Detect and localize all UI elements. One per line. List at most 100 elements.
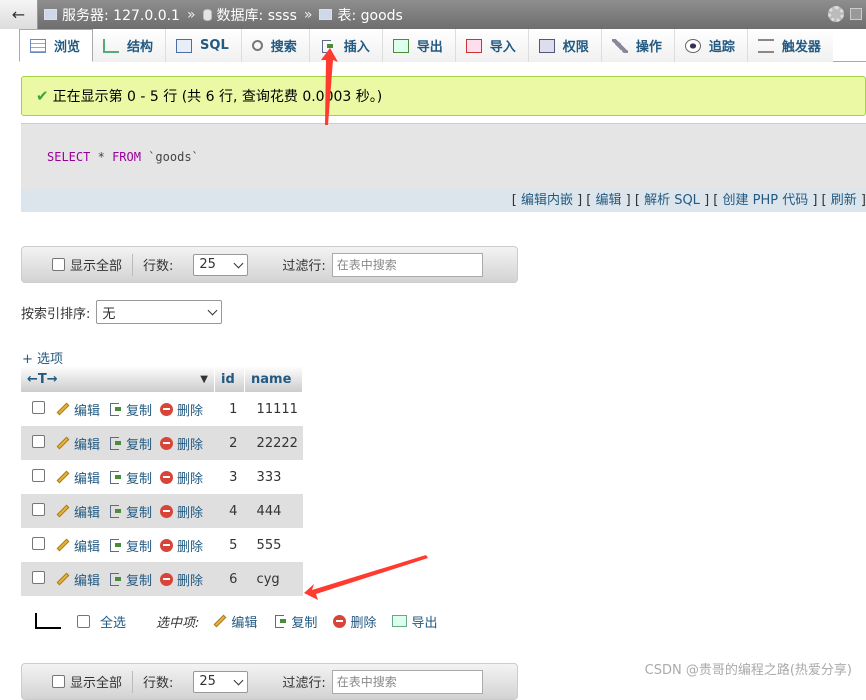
import-icon — [465, 38, 482, 53]
link-refresh[interactable]: 刷新 — [831, 193, 857, 208]
column-header-name[interactable]: name — [245, 366, 303, 392]
link-edit[interactable]: 编辑 — [596, 193, 622, 208]
row-copy-button[interactable]: 复制 — [108, 434, 152, 453]
tab-tracking[interactable]: 追踪 — [674, 29, 748, 62]
breadcrumb-server[interactable]: 服务器: 127.0.0.1 — [62, 5, 180, 25]
tab-operations[interactable]: 操作 — [601, 29, 675, 62]
cell-name[interactable]: cyg — [251, 572, 303, 587]
tab-export[interactable]: 导出 — [382, 29, 456, 62]
link-explain-sql[interactable]: 解析 SQL — [644, 193, 700, 208]
row-checkbox[interactable] — [32, 536, 45, 550]
bulk-edit-button[interactable]: 编辑 — [213, 612, 257, 631]
table-body: 编辑 复制 删除 1 11111 编辑 复制 删除 2 22222 编辑 复制 … — [21, 392, 303, 596]
sql-actions: [ 编辑内嵌 ] [ 编辑 ] [ 解析 SQL ] [ 创建 PHP 代码 ]… — [21, 189, 866, 212]
cell-id[interactable]: 1 — [223, 402, 250, 417]
tab-label: 结构 — [127, 40, 154, 55]
tab-browse[interactable]: 浏览 — [19, 29, 94, 62]
options-link[interactable]: + 选项 — [22, 348, 63, 367]
row-copy-button[interactable]: 复制 — [108, 502, 152, 521]
show-all-checkbox[interactable] — [52, 675, 65, 688]
tab-structure[interactable]: 结构 — [93, 29, 167, 62]
row-copy-button[interactable]: 复制 — [108, 570, 152, 589]
row-checkbox[interactable] — [32, 400, 45, 414]
row-edit-button[interactable]: 编辑 — [56, 468, 100, 487]
link-create-php[interactable]: 创建 PHP 代码 — [722, 193, 808, 208]
row-edit-button[interactable]: 编辑 — [56, 536, 100, 555]
collapse-icon[interactable] — [850, 8, 862, 20]
row-copy-button[interactable]: 复制 — [108, 468, 152, 487]
row-copy-label: 复制 — [126, 403, 153, 419]
row-edit-button[interactable]: 编辑 — [56, 570, 100, 589]
link-inline-edit[interactable]: 编辑内嵌 — [521, 193, 573, 208]
row-delete-button[interactable]: 删除 — [160, 400, 203, 419]
row-checkbox[interactable] — [32, 570, 45, 584]
row-edit-label: 编辑 — [73, 471, 100, 487]
cell-id[interactable]: 6 — [223, 572, 250, 587]
bulk-delete-button[interactable]: 删除 — [333, 612, 376, 631]
rows-select[interactable]: 25 — [193, 253, 249, 276]
browse-icon — [30, 38, 46, 53]
filter-input[interactable]: 在表中搜索 — [331, 669, 483, 694]
sort-select[interactable]: 无 — [96, 300, 223, 324]
row-copy-button[interactable]: 复制 — [108, 400, 152, 419]
cell-id[interactable]: 5 — [223, 538, 250, 553]
row-checkbox[interactable] — [32, 468, 45, 482]
show-all-checkbox[interactable] — [52, 258, 65, 271]
sql-query-box[interactable]: SELECT * FROM `goods` — [21, 123, 866, 189]
row-delete-button[interactable]: 删除 — [160, 434, 203, 453]
tab-import[interactable]: 导入 — [455, 29, 529, 62]
column-resize-icon[interactable]: ←T→ — [27, 372, 58, 387]
row-actions: 编辑 复制 删除 — [49, 468, 223, 487]
cell-name[interactable]: 555 — [251, 538, 303, 553]
copy-icon — [108, 572, 122, 586]
cell-id[interactable]: 3 — [223, 470, 250, 485]
row-checkbox[interactable] — [32, 502, 45, 516]
select-all-checkbox[interactable] — [77, 614, 90, 628]
pencil-icon — [56, 538, 70, 552]
sql-keyword: FROM — [112, 149, 141, 164]
row-checkbox[interactable] — [32, 434, 45, 448]
triangle-down-icon[interactable]: ▼ — [200, 374, 208, 385]
row-edit-button[interactable]: 编辑 — [56, 400, 100, 419]
cell-name[interactable]: 11111 — [251, 402, 303, 417]
back-arrow-icon[interactable]: ← — [0, 0, 38, 29]
tab-insert[interactable]: 插入 — [309, 29, 383, 62]
sql-icon — [176, 38, 193, 53]
row-delete-button[interactable]: 删除 — [160, 570, 203, 589]
row-delete-button[interactable]: 删除 — [160, 536, 203, 555]
cell-name[interactable]: 333 — [251, 470, 303, 485]
row-delete-label: 删除 — [177, 437, 204, 453]
breadcrumb-table[interactable]: 表: goods — [337, 5, 402, 25]
database-icon — [202, 8, 212, 21]
row-edit-button[interactable]: 编辑 — [56, 502, 100, 521]
breadcrumb-database[interactable]: 数据库: ssss — [217, 5, 297, 25]
tab-triggers[interactable]: 触发器 — [747, 29, 833, 62]
nav-bar-top: 显示全部 行数: 25 过滤行: 在表中搜索 — [21, 246, 518, 283]
row-delete-button[interactable]: 删除 — [160, 468, 203, 487]
row-edit-button[interactable]: 编辑 — [56, 434, 100, 453]
breadcrumb: 服务器: 127.0.0.1 » 数据库: ssss » 表: goods — [44, 5, 403, 25]
filter-input[interactable]: 在表中搜索 — [331, 252, 483, 277]
cell-name[interactable]: 22222 — [251, 436, 303, 451]
row-edit-label: 编辑 — [73, 505, 100, 521]
pencil-icon — [56, 402, 70, 416]
row-copy-button[interactable]: 复制 — [108, 536, 152, 555]
bulk-export-button[interactable]: 导出 — [392, 612, 437, 631]
delete-icon — [160, 470, 174, 484]
tab-privileges[interactable]: 权限 — [528, 29, 602, 62]
copy-icon — [108, 402, 122, 416]
tab-sql[interactable]: SQL — [166, 29, 242, 62]
row-copy-label: 复制 — [126, 471, 153, 487]
row-delete-button[interactable]: 删除 — [160, 502, 203, 521]
gear-icon[interactable] — [828, 6, 844, 22]
bulk-copy-button[interactable]: 复制 — [273, 612, 317, 631]
rows-select[interactable]: 25 — [193, 670, 249, 693]
column-header-id[interactable]: id — [215, 366, 245, 392]
select-all-label[interactable]: 全选 — [100, 612, 126, 631]
row-checkbox-cell — [21, 468, 49, 486]
cell-id[interactable]: 2 — [223, 436, 250, 451]
tab-search[interactable]: 搜索 — [241, 29, 310, 62]
cell-id[interactable]: 4 — [223, 504, 250, 519]
column-toggle-header[interactable]: ←T→ ▼ — [21, 366, 215, 392]
cell-name[interactable]: 444 — [251, 504, 303, 519]
